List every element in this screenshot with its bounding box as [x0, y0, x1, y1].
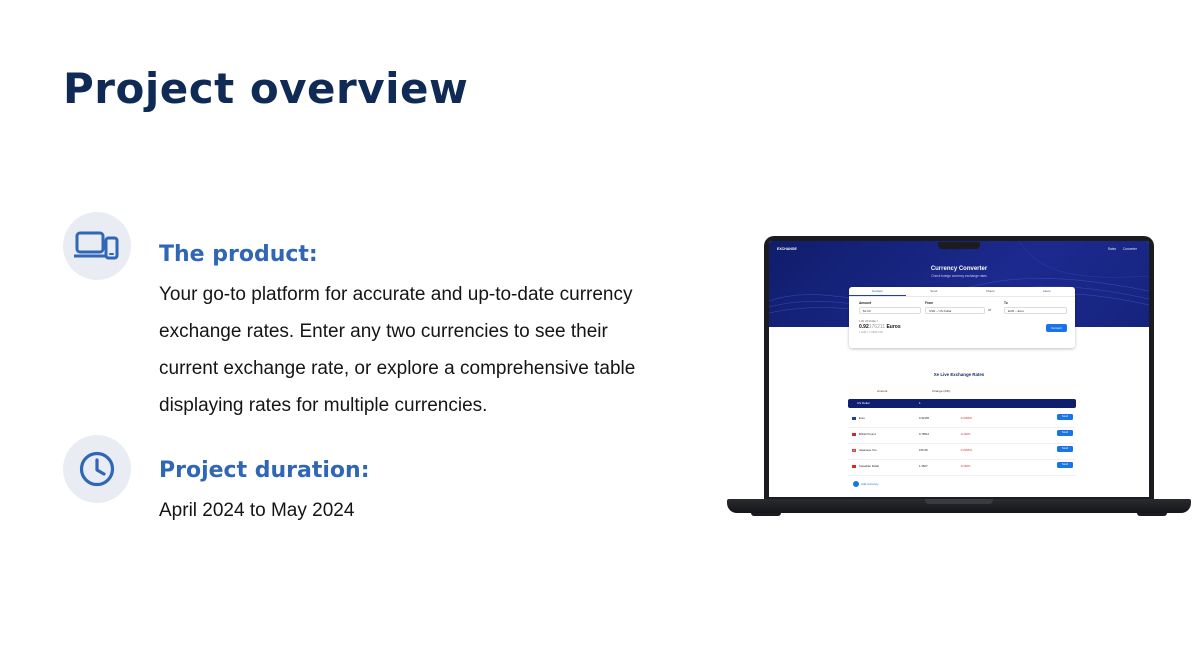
send-button[interactable]: Send	[1057, 430, 1073, 436]
send-button[interactable]: Send	[1057, 446, 1073, 452]
from-select[interactable]: USD – US Dollar	[925, 307, 985, 314]
add-currency-label: Add currency	[861, 481, 879, 486]
ca-flag-icon	[852, 465, 856, 468]
currency-rate: 0.78512	[919, 432, 930, 436]
app-nav: Rates Converter	[1102, 247, 1137, 251]
product-description-line: exchange rates. Enter any two currencies…	[159, 321, 608, 342]
laptop-mockup: EXCHANGE Rates Converter Currency Conver…	[727, 234, 1191, 518]
result-faded: 176211	[868, 324, 886, 330]
clock-icon	[63, 435, 131, 503]
base-currency-amount[interactable]: 1	[919, 399, 921, 408]
rates-table-title: Xe Live Exchange Rates	[933, 372, 985, 377]
laptop-foot	[751, 513, 781, 516]
currency-name: British Pound	[859, 432, 876, 436]
currency-name: Japanese Yen	[859, 448, 877, 452]
duration-heading: Project duration:	[159, 458, 370, 483]
col-amount: Amount	[877, 389, 888, 393]
result-main: 0.92	[859, 324, 869, 330]
send-button[interactable]: Send	[1057, 462, 1073, 468]
result-unit: Euros	[886, 324, 901, 330]
converter-card: Convert Send Charts Alerts Amount $1.00 …	[849, 287, 1075, 348]
to-label: To	[1004, 301, 1008, 305]
nav-rates[interactable]: Rates	[1108, 247, 1116, 251]
laptop-screen: EXCHANGE Rates Converter Currency Conver…	[769, 241, 1149, 497]
currency-rate: 0.92165	[919, 416, 930, 420]
currency-name: Canadian Dollar	[859, 464, 880, 468]
currency-rate: 155.68	[919, 448, 928, 452]
send-button[interactable]: Send	[1057, 414, 1073, 420]
plus-icon	[853, 481, 859, 487]
laptop-foot	[1137, 513, 1167, 516]
camera-notch	[938, 242, 980, 249]
col-change: Change (24h)	[932, 389, 951, 393]
convert-button[interactable]: Convert	[1046, 324, 1067, 332]
converter-tabs: Convert Send Charts Alerts	[849, 287, 1075, 297]
table-row: Japanese Yen 155.68 -0.0255% Send	[848, 445, 1076, 460]
product-description-line: Your go-to platform for accurate and up-…	[159, 284, 633, 305]
currency-change: -0.066%	[960, 464, 971, 468]
table-row: British Pound 0.78512 -0.292% Send	[848, 429, 1076, 444]
currency-change: -0.0255%	[960, 448, 972, 452]
add-currency-button[interactable]: Add currency	[853, 481, 879, 487]
currency-change: -0.0099%	[960, 416, 972, 420]
currency-name: Euro	[859, 416, 865, 420]
swap-icon[interactable]: ⇄	[988, 307, 991, 312]
duration-text: April 2024 to May 2024	[159, 500, 355, 521]
nav-converter[interactable]: Converter	[1123, 247, 1137, 251]
tab-send[interactable]: Send	[906, 287, 963, 296]
result-note: 1 EUR = 1.0839 USD	[859, 331, 883, 334]
tab-charts[interactable]: Charts	[962, 287, 1019, 296]
from-label: From	[925, 301, 933, 305]
currency-rate: 1.3667	[919, 464, 928, 468]
base-currency-name: US Dollar	[857, 401, 870, 405]
currency-change: -0.292%	[960, 432, 971, 436]
tab-alerts[interactable]: Alerts	[1019, 287, 1076, 296]
laptop-lid: EXCHANGE Rates Converter Currency Conver…	[764, 236, 1154, 502]
eu-flag-icon	[852, 417, 856, 420]
product-description-line: current exchange rate, or explore a comp…	[159, 358, 636, 379]
table-row: Canadian Dollar 1.3667 -0.066% Send	[848, 461, 1076, 476]
devices-icon	[63, 212, 131, 280]
jp-flag-icon	[852, 449, 856, 452]
tab-convert[interactable]: Convert	[849, 287, 906, 296]
laptop-groove	[925, 499, 993, 504]
app-brand: EXCHANGE	[777, 247, 797, 251]
hero-title: Currency Converter	[930, 266, 988, 272]
product-description-line: displaying rates for multiple currencies…	[159, 395, 488, 416]
to-select[interactable]: EUR – Euro	[1004, 307, 1067, 314]
table-row: Euro 0.92165 -0.0099% Send	[848, 413, 1076, 428]
result-value: 0.92176211 Euros	[859, 324, 901, 330]
result-prefix: 1.00 US Dollar =	[859, 320, 879, 323]
uk-flag-icon	[852, 433, 856, 436]
hero-subtitle: Check foreign currency exchange rates	[931, 274, 987, 278]
base-currency-row: US Dollar 1	[848, 399, 1076, 408]
product-heading: The product:	[159, 242, 318, 267]
page-title: Project overview	[63, 64, 469, 113]
product-description: Your go-to platform for accurate and up-…	[159, 276, 679, 424]
amount-input[interactable]: $1.00	[859, 307, 921, 314]
amount-label: Amount	[859, 301, 872, 305]
